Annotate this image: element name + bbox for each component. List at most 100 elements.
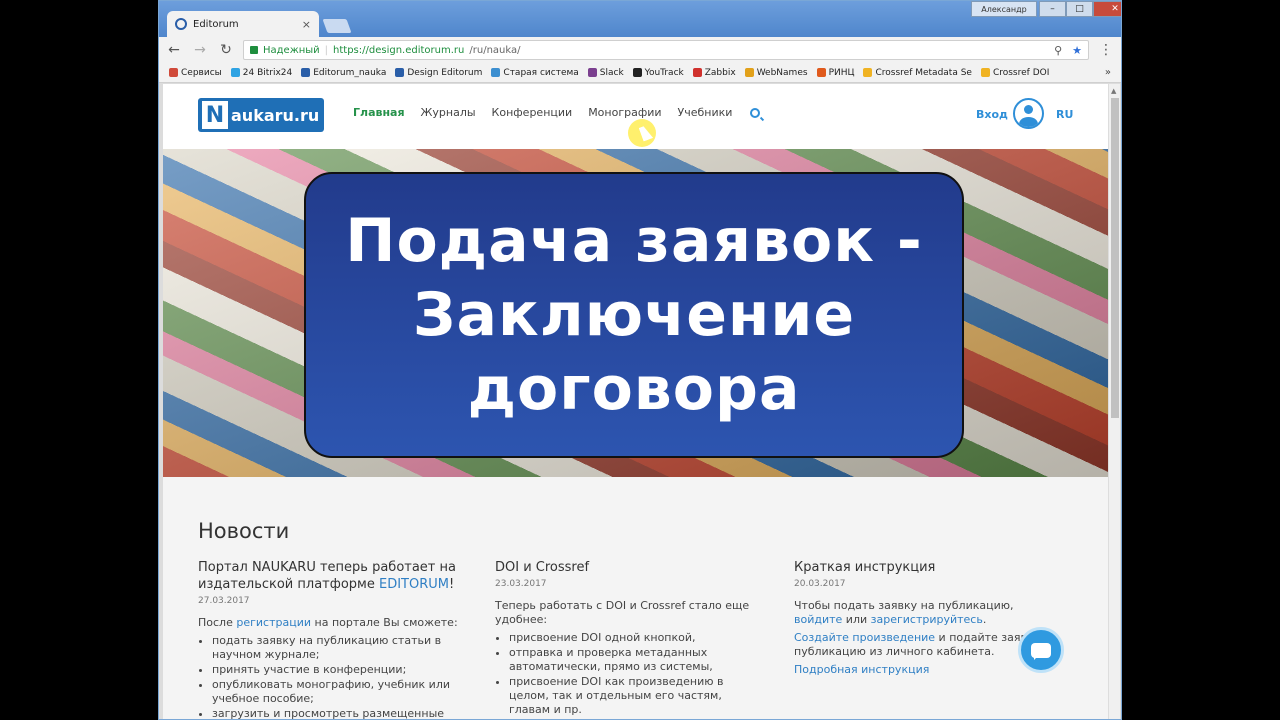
nav-item-conferences[interactable]: Конференции (492, 106, 573, 119)
instruction-text: Чтобы подать заявку на публикацию, (794, 599, 1014, 612)
search-icon[interactable] (750, 107, 761, 118)
scroll-up-icon[interactable]: ▲ (1111, 87, 1116, 95)
close-button[interactable]: ✕ (1093, 1, 1121, 17)
nav-item-textbooks[interactable]: Учебники (678, 106, 733, 119)
language-switch[interactable]: RU (1056, 108, 1073, 121)
omnibox-separator: | (324, 44, 329, 56)
tab-editorum[interactable]: Editorum × (167, 11, 319, 37)
news-section: Новости Портал NAUKARU теперь работает н… (163, 477, 1108, 719)
url-host: https://design.editorum.ru (333, 44, 465, 56)
news-date: 20.03.2017 (794, 579, 846, 589)
profile-name: Александр (981, 4, 1027, 14)
bookmark-item[interactable]: РИНЦ (816, 68, 854, 78)
news-title[interactable]: DOI и Crossref (495, 559, 765, 576)
hero-title-overlay: Подача заявок - Заключение договора (304, 172, 964, 458)
reload-button[interactable]: ↻ (217, 42, 235, 58)
browser-menu-icon[interactable]: ⋮ (1097, 42, 1115, 58)
news-intro: После регистрации на портале Вы сможете: (198, 616, 468, 630)
register-link-inline[interactable]: зарегистрируйтесь (871, 613, 983, 626)
nav-item-main[interactable]: Главная (353, 106, 405, 119)
user-avatar-icon[interactable] (1013, 98, 1044, 129)
hero-title-line-1: Подача заявок - (345, 206, 923, 276)
tab-close-icon[interactable]: × (302, 18, 311, 31)
news-title[interactable]: Краткая инструкция (794, 559, 1064, 576)
bookmark-item[interactable]: Crossref DOI (980, 67, 1050, 78)
bookmark-label: Crossref DOI (992, 67, 1050, 78)
hero-title-line-2: Заключение (412, 280, 856, 350)
login-link[interactable]: Вход (976, 108, 1008, 121)
news-list: присвоение DOI одной кнопкой, отправка и… (495, 631, 765, 717)
bookmark-label: Старая система (503, 67, 579, 78)
bookmark-label: 24 Bitrix24 (242, 67, 293, 78)
tab-title: Editorum (193, 18, 239, 30)
bookmark-favicon-icon (692, 68, 702, 77)
screen: Editorum × Александр – □ ✕ ← → ↻ Надежны… (0, 0, 1280, 720)
bookmark-favicon-icon (587, 68, 597, 77)
list-item: присвоение DOI одной кнопкой, (509, 631, 765, 645)
news-list: подать заявку на публикацию статьи в нау… (198, 634, 468, 719)
chat-button[interactable] (1018, 627, 1064, 673)
bookmark-star-icon[interactable]: ★ (1072, 44, 1082, 57)
bookmark-item[interactable]: Сервисы (169, 68, 222, 78)
registration-link[interactable]: регистрации (236, 616, 311, 629)
news-title: Портал NAUKARU теперь работает на издате… (198, 559, 468, 593)
bookmark-label: Editorum_nauka (313, 67, 387, 78)
page-scrollbar[interactable]: ▲ (1108, 84, 1120, 719)
bookmark-favicon-icon (863, 68, 873, 77)
login-link-inline[interactable]: войдите (794, 613, 842, 626)
logo-letter: N (202, 101, 228, 129)
hero-title-line-3: договора (467, 354, 801, 424)
bookmark-item[interactable]: Zabbix (692, 68, 736, 78)
maximize-button[interactable]: □ (1066, 1, 1093, 17)
bookmark-favicon-icon (230, 68, 240, 77)
instruction-dot: . (982, 613, 987, 626)
bookmark-item[interactable]: Slack (587, 68, 624, 78)
news-intro: Теперь работать с DOI и Crossref стало е… (495, 599, 750, 626)
bookmark-label: Design Editorum (407, 67, 483, 78)
nav-item-journals[interactable]: Журналы (421, 106, 476, 119)
key-icon[interactable]: ⚲ (1054, 44, 1062, 57)
lock-icon[interactable] (250, 46, 258, 54)
browser-window: Editorum × Александр – □ ✕ ← → ↻ Надежны… (158, 0, 1122, 720)
bookmark-item[interactable]: Crossref Metadata Se (863, 67, 972, 78)
bookmark-item[interactable]: Editorum_nauka (301, 68, 386, 78)
bookmarks-more-button[interactable]: » (1105, 67, 1111, 78)
new-tab-button[interactable] (322, 19, 352, 33)
news-date: 27.03.2017 (198, 596, 250, 606)
bookmark-label: Crossref Metadata Se (875, 67, 972, 78)
news-title-end: ! (449, 577, 455, 592)
detailed-instruction-link[interactable]: Подробная инструкция (794, 663, 929, 676)
bookmark-item[interactable]: WebNames (744, 67, 808, 78)
bookmark-favicon-icon (632, 68, 642, 77)
profile-button[interactable]: Александр (971, 1, 1037, 17)
site-logo[interactable]: N aukaru.ru (198, 98, 324, 132)
bookmark-item[interactable]: 24 Bitrix24 (230, 67, 293, 78)
list-item: опубликовать монографию, учебник или уче… (212, 678, 468, 706)
editorum-link[interactable]: EDITORUM (379, 577, 449, 592)
editorum-favicon-icon (175, 18, 187, 30)
news-intro-text: После (198, 616, 237, 629)
address-bar[interactable]: Надежный | https://design.editorum.ru/ru… (243, 40, 1089, 60)
back-button[interactable]: ← (165, 42, 183, 58)
create-work-link[interactable]: Создайте произведение (794, 631, 935, 644)
bookmark-favicon-icon (301, 68, 311, 77)
minimize-button[interactable]: – (1039, 1, 1066, 17)
bookmark-label: Сервисы (181, 67, 222, 78)
bookmark-favicon-icon (169, 68, 178, 77)
bookmark-favicon-icon (744, 68, 754, 77)
news-intro: Чтобы подать заявку на публикацию, войди… (794, 599, 1064, 627)
tab-strip: Editorum × Александр – □ ✕ (159, 1, 1121, 37)
url-path: /ru/nauka/ (469, 44, 521, 56)
scroll-thumb[interactable] (1111, 98, 1119, 418)
forward-button[interactable]: → (191, 42, 209, 58)
bookmark-item[interactable]: Design Editorum (395, 68, 482, 78)
bookmark-label: WebNames (756, 67, 808, 78)
bookmark-item[interactable]: YouTrack (632, 68, 684, 78)
page-viewport: N aukaru.ru Главная Журналы Конференции … (163, 84, 1108, 719)
chat-bubble-icon (1031, 642, 1051, 660)
instruction-or: или (842, 613, 871, 626)
bookmark-item[interactable]: Старая система (491, 67, 579, 78)
nav-item-monographs[interactable]: Монографии (588, 106, 661, 119)
news-heading: Новости (198, 519, 290, 543)
bookmark-favicon-icon (395, 68, 405, 77)
